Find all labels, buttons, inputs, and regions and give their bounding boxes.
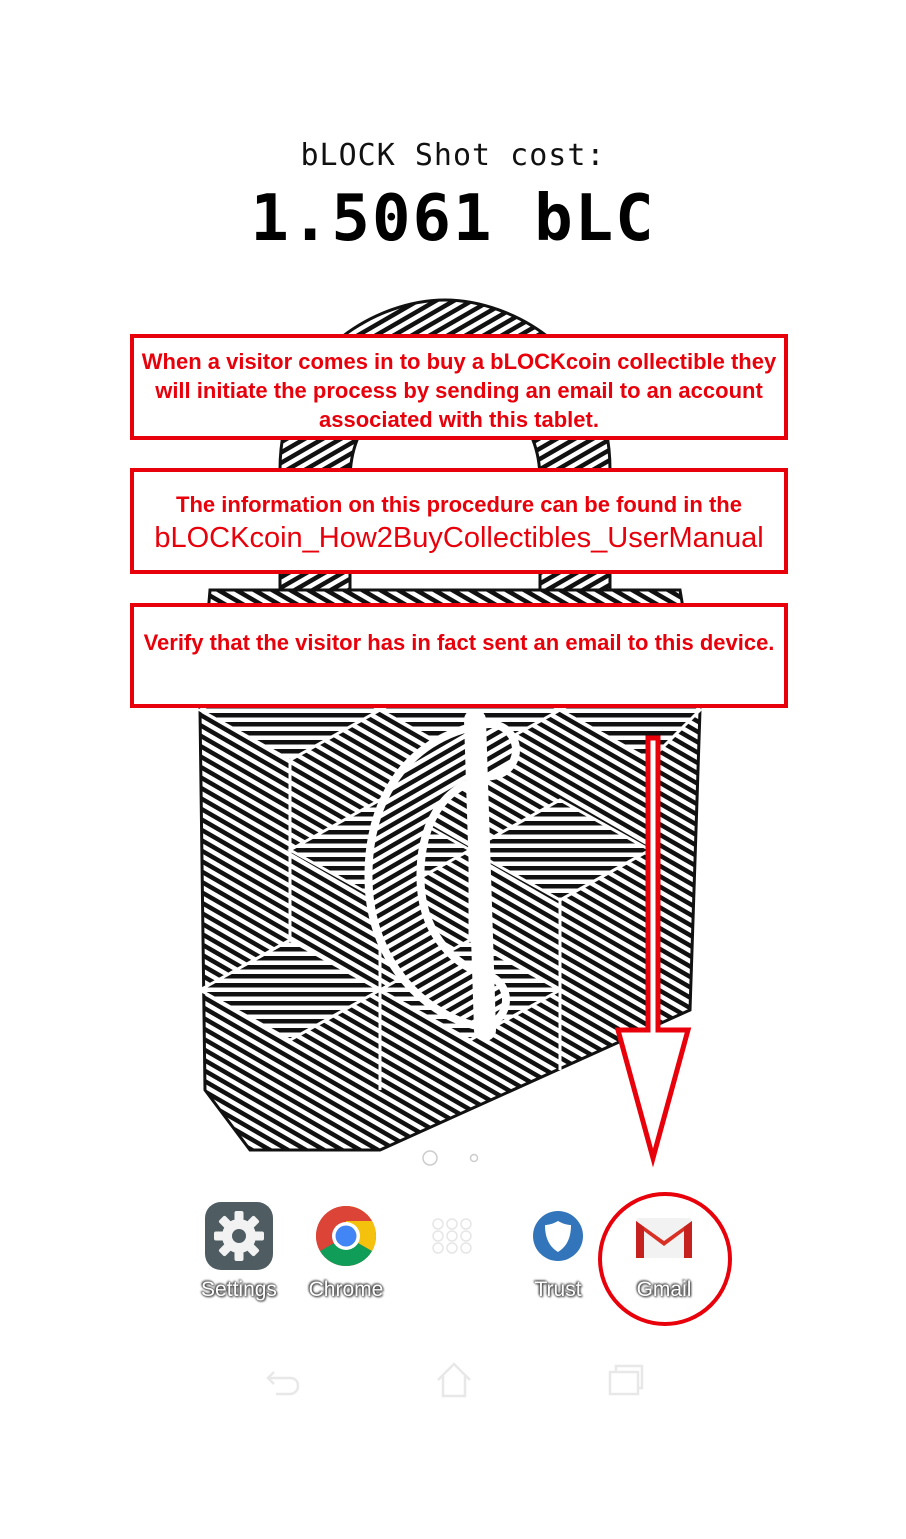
- trust-app[interactable]: Trust: [508, 1200, 608, 1302]
- callout-text: Verify that the visitor has in fact sent…: [143, 630, 775, 655]
- settings-app[interactable]: Settings: [189, 1200, 289, 1302]
- chrome-app[interactable]: Chrome: [296, 1200, 396, 1302]
- page-indicator: [422, 1150, 479, 1166]
- shield-icon: [522, 1200, 594, 1272]
- page-dot-active: [422, 1150, 438, 1166]
- app-dock: Settings Chrome Trust Gmail: [0, 1200, 906, 1320]
- back-button[interactable]: [260, 1358, 304, 1402]
- gear-icon: [203, 1200, 275, 1272]
- navigation-bar: [0, 1358, 906, 1402]
- app-drawer-button[interactable]: [402, 1200, 502, 1278]
- callout-text: When a visitor comes in to buy a bLOCKco…: [141, 349, 777, 432]
- home-icon: [437, 1362, 471, 1398]
- cost-value: 1.5061 bLC: [250, 182, 656, 256]
- home-button[interactable]: [432, 1358, 476, 1402]
- gmail-highlight-circle: [598, 1192, 732, 1326]
- recent-apps-button[interactable]: [604, 1358, 648, 1402]
- arrow-down-icon: [614, 735, 692, 1168]
- instruction-callout-manual: The information on this procedure can be…: [130, 468, 788, 574]
- instruction-callout-verify: Verify that the visitor has in fact sent…: [130, 603, 788, 708]
- chrome-icon: [310, 1200, 382, 1272]
- app-label: Settings: [201, 1278, 277, 1301]
- recents-icon: [608, 1364, 644, 1396]
- back-icon: [266, 1371, 300, 1396]
- app-label: Trust: [534, 1278, 582, 1301]
- app-drawer-icon: [416, 1200, 488, 1272]
- instruction-callout-initiate: When a visitor comes in to buy a bLOCKco…: [130, 334, 788, 440]
- cost-label: bLOCK Shot cost:: [300, 138, 606, 173]
- manual-name: bLOCKcoin_How2BuyCollectibles_UserManual: [154, 522, 764, 554]
- app-label: Chrome: [308, 1278, 384, 1301]
- page-dot: [469, 1153, 479, 1163]
- callout-text: The information on this procedure can be…: [176, 492, 742, 517]
